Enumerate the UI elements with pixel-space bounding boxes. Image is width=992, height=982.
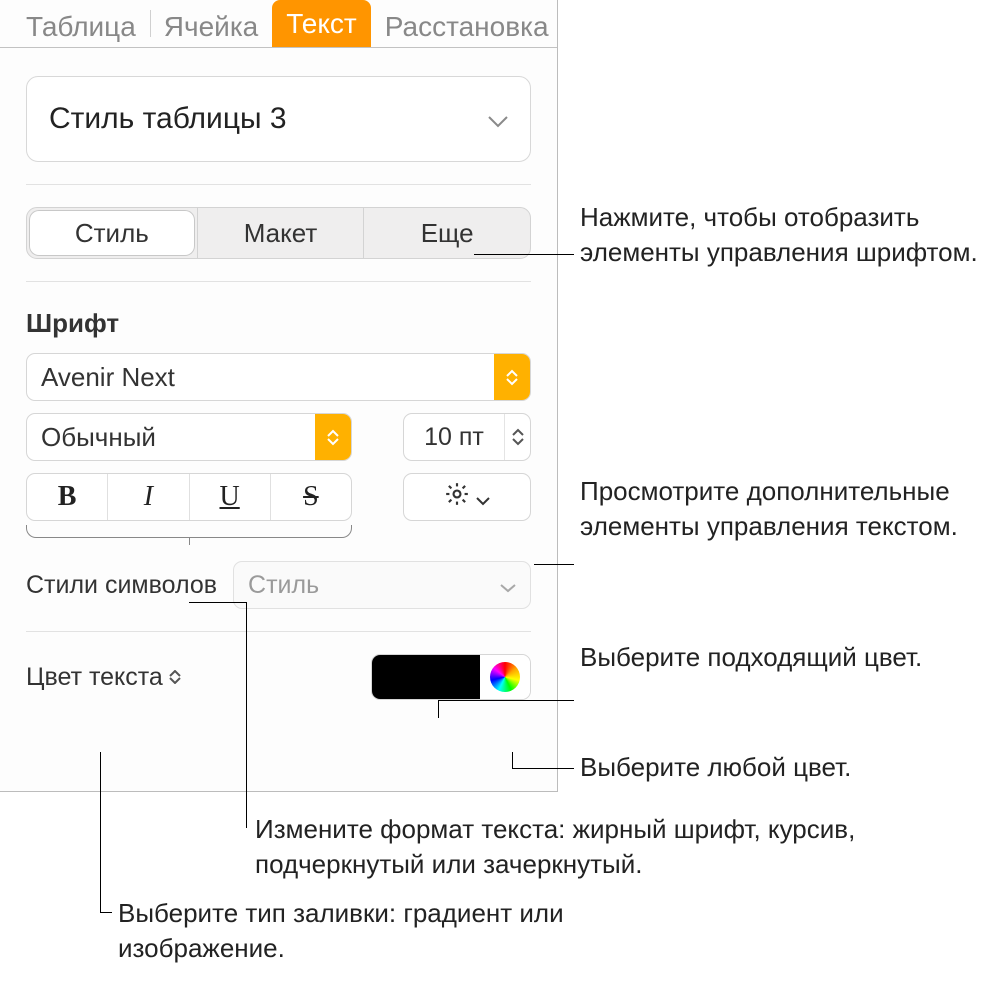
color-well[interactable] [372, 655, 480, 699]
tab-cell[interactable]: Ячейка [150, 0, 272, 47]
font-family-value: Avenir Next [27, 362, 494, 393]
color-wheel-icon [490, 662, 520, 692]
brace-decoration [26, 525, 352, 541]
divider [26, 184, 531, 185]
paragraph-style-popup[interactable]: Стиль таблицы 3 [26, 76, 531, 162]
font-family-popup[interactable]: Avenir Next [26, 353, 531, 401]
character-styles-label: Стили символов [26, 571, 217, 600]
chevron-down-icon [500, 571, 516, 600]
stepper-icon[interactable] [504, 414, 530, 460]
callout-advanced-text: Просмотрите дополнительные элементы упра… [580, 474, 990, 544]
font-size-value: 10 пт [404, 423, 504, 452]
tab-arrange[interactable]: Расстановка [371, 0, 563, 47]
callout-text-format: Измените формат текста: жирный шрифт, ку… [255, 812, 895, 882]
text-color-controls [371, 654, 531, 700]
text-subtabs: Стиль Макет Еще [26, 207, 531, 259]
divider [26, 631, 531, 632]
text-color-label: Цвет текста [26, 663, 163, 692]
advanced-text-options-button[interactable] [403, 473, 531, 521]
format-inspector-panel: Таблица Ячейка Текст Расстановка Стиль т… [0, 0, 558, 792]
callout-font-controls: Нажмите, чтобы отобразить элементы управ… [580, 200, 980, 270]
callout-choose-any-color: Выберите любой цвет. [580, 750, 980, 785]
chevron-down-icon [476, 482, 490, 513]
bold-button[interactable]: B [27, 474, 107, 520]
callout-fill-type: Выберите тип заливки: градиент или изобр… [118, 896, 618, 966]
subtab-more[interactable]: Еще [363, 208, 530, 258]
subtab-layout[interactable]: Макет [197, 208, 364, 258]
font-size-field[interactable]: 10 пт [403, 413, 531, 461]
callout-choose-preset-color: Выберите подходящий цвет. [580, 640, 980, 675]
divider [26, 281, 531, 282]
updown-icon [169, 670, 181, 684]
font-weight-popup[interactable]: Обычный [26, 413, 352, 461]
underline-button[interactable]: U [189, 474, 270, 520]
character-style-popup[interactable]: Стиль [233, 561, 531, 609]
tab-text[interactable]: Текст [272, 0, 371, 47]
color-picker-button[interactable] [480, 655, 530, 699]
updown-icon [494, 354, 530, 400]
font-weight-value: Обычный [27, 422, 315, 453]
gear-icon [444, 481, 470, 514]
inspector-tabs: Таблица Ячейка Текст Расстановка [0, 0, 557, 48]
character-style-placeholder: Стиль [248, 571, 319, 600]
paragraph-style-value: Стиль таблицы 3 [49, 102, 287, 136]
text-format-group: B I U S [26, 473, 352, 521]
chevron-down-icon [488, 102, 508, 136]
updown-icon [315, 414, 351, 460]
tab-table[interactable]: Таблица [12, 0, 150, 47]
subtab-style[interactable]: Стиль [29, 210, 195, 256]
strikethrough-button[interactable]: S [270, 474, 351, 520]
font-section-label: Шрифт [26, 308, 531, 339]
text-color-label-popup[interactable]: Цвет текста [26, 663, 181, 692]
italic-button[interactable]: I [107, 474, 188, 520]
